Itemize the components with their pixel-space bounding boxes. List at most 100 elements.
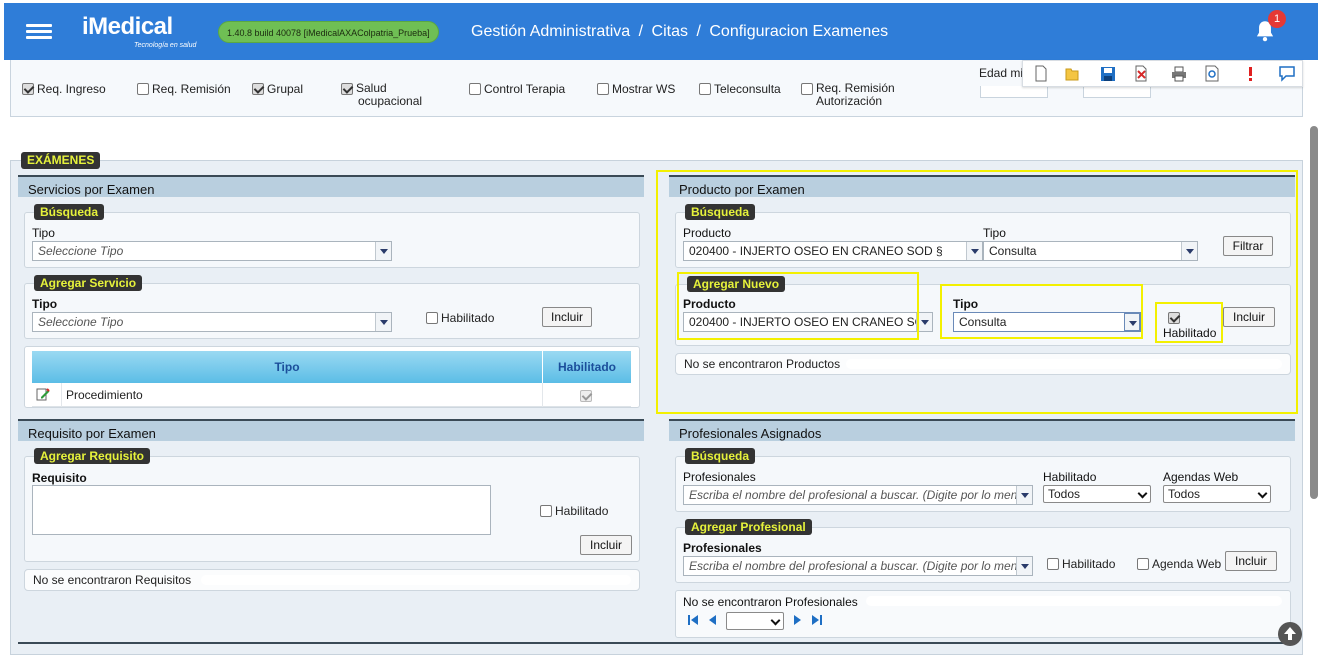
breadcrumb-separator: / — [638, 23, 644, 40]
highlight-habilitado-field — [1155, 302, 1223, 343]
build-badge: 1.40.8 build 40078 [iMedicalAXAColpatria… — [218, 21, 439, 43]
requisito-section-title: Requisito por Examen — [18, 419, 644, 441]
checkbox-label: Agenda Web — [1152, 557, 1222, 571]
logo-tagline: Tecnología en salud — [134, 42, 197, 49]
incluir-servicio-button[interactable]: Incluir — [542, 307, 592, 327]
breadcrumb-item[interactable]: Gestión Administrativa — [471, 23, 630, 40]
incluir-requisito-button[interactable]: Incluir — [580, 535, 632, 555]
logo: iMedical Tecnología en salud — [82, 13, 196, 49]
checkbox-icon — [1137, 558, 1149, 570]
first-page-icon[interactable] — [687, 614, 699, 626]
habilitado-label: Habilitado — [1043, 470, 1097, 484]
checkbox-label: Req. Ingreso — [37, 82, 106, 96]
scrollbar-thumb[interactable] — [1310, 126, 1318, 499]
delete-icon[interactable] — [1133, 65, 1149, 82]
agregar-servicio-tipo-select[interactable]: Seleccione Tipo — [32, 312, 392, 332]
edad-maxima-input[interactable] — [1083, 86, 1151, 98]
previous-page-icon[interactable] — [707, 614, 719, 626]
folder-icon[interactable] — [1064, 65, 1080, 82]
input-placeholder: Escriba el nombre del profesional a busc… — [689, 488, 1031, 502]
servicios-tipo-select[interactable]: Seleccione Tipo — [32, 241, 392, 261]
chevron-down-icon[interactable] — [375, 313, 391, 331]
menu-icon[interactable] — [26, 21, 52, 43]
column-header-habilitado[interactable]: Habilitado — [542, 351, 631, 383]
last-page-icon[interactable] — [811, 614, 823, 626]
checkbox-label: Teleconsulta — [714, 82, 781, 96]
checkbox-label: Habilitado — [441, 311, 495, 325]
profesionales-section-title: Profesionales Asignados — [669, 419, 1295, 441]
alert-icon[interactable] — [1242, 65, 1258, 82]
edit-icon[interactable] — [36, 387, 50, 401]
agregar-profesional-input[interactable]: Escriba el nombre del profesional a busc… — [683, 556, 1033, 576]
control-terapia-checkbox[interactable]: Control Terapia — [469, 82, 565, 96]
checkbox-icon — [469, 83, 481, 95]
column-header-tipo[interactable]: Tipo — [32, 351, 542, 383]
teleconsulta-checkbox[interactable]: Teleconsulta — [699, 82, 781, 96]
save-icon[interactable] — [1100, 65, 1116, 82]
checkbox-checked-icon — [22, 83, 34, 95]
checkbox-label: Mostrar WS — [612, 82, 676, 96]
tipo-label: Tipo — [32, 226, 55, 240]
checkbox-icon — [801, 83, 813, 95]
chevron-down-icon[interactable] — [1016, 486, 1032, 504]
mostrar-ws-checkbox[interactable]: Mostrar WS — [597, 82, 675, 96]
checkbox-label: Control Terapia — [484, 82, 566, 96]
breadcrumb-current: Configuracion Examenes — [709, 23, 889, 40]
agregar-profesional-legend: Agregar Profesional — [685, 519, 812, 535]
breadcrumb-item[interactable]: Citas — [652, 23, 688, 40]
salud-ocupacional-checkbox[interactable]: Salud ocupacional — [341, 82, 422, 108]
chevron-down-icon[interactable] — [375, 242, 391, 260]
habilitado-select[interactable]: Todos — [1043, 485, 1151, 503]
select-placeholder: Seleccione Tipo — [38, 244, 124, 258]
checkbox-icon — [699, 83, 711, 95]
checkbox-icon — [137, 83, 149, 95]
breadcrumb-separator: / — [696, 23, 701, 40]
input-placeholder: Escriba el nombre del profesional a busc… — [689, 559, 1031, 573]
req-remision-checkbox[interactable]: Req. Remisión — [137, 82, 231, 96]
servicio-habilitado-checkbox[interactable]: Habilitado — [426, 311, 494, 325]
checkbox-label: Req. Remisión Autorización — [816, 81, 895, 108]
next-page-icon[interactable] — [791, 614, 803, 626]
requisito-habilitado-checkbox[interactable]: Habilitado — [540, 504, 608, 518]
checkbox-icon — [1047, 558, 1059, 570]
edad-minima-label: Edad mi — [979, 66, 1024, 80]
agendas-web-select[interactable]: Todos — [1163, 485, 1271, 503]
print-icon[interactable] — [1171, 65, 1187, 82]
requisito-textarea[interactable] — [32, 485, 491, 535]
scroll-to-top-icon[interactable] — [1277, 621, 1303, 647]
page-select[interactable] — [726, 612, 784, 630]
incluir-profesional-button[interactable]: Incluir — [1225, 551, 1277, 571]
checkbox-icon — [426, 312, 438, 324]
checkbox-label: Habilitado — [1062, 557, 1116, 571]
toolbar — [1022, 60, 1303, 87]
profesional-habilitado-checkbox[interactable]: Habilitado — [1047, 557, 1115, 571]
profesionales-search-input[interactable]: Escriba el nombre del profesional a busc… — [683, 485, 1033, 505]
agenda-web-checkbox[interactable]: Agenda Web — [1137, 557, 1221, 571]
profesionales-empty-message: No se encontraron Profesionales — [683, 595, 858, 609]
agregar-requisito-legend: Agregar Requisito — [34, 448, 151, 464]
logo-text: iMedical — [82, 13, 173, 40]
profesionales-label: Profesionales — [683, 541, 762, 555]
agendas-web-label: Agendas Web — [1163, 470, 1239, 484]
tipo-label: Tipo — [32, 297, 58, 311]
select-placeholder: Seleccione Tipo — [38, 315, 124, 329]
req-remision-autorizacion-checkbox[interactable]: Req. Remisión Autorización — [801, 82, 900, 108]
checkbox-icon — [597, 83, 609, 95]
table-row[interactable]: Procedimiento — [32, 383, 631, 407]
new-icon[interactable] — [1033, 65, 1049, 82]
checkbox-label: Grupal — [267, 82, 304, 96]
preview-icon[interactable] — [1204, 65, 1220, 82]
notification-badge: 1 — [1268, 10, 1286, 28]
checkbox-checked-icon — [252, 83, 264, 95]
requisito-label: Requisito — [32, 471, 87, 485]
grupal-checkbox[interactable]: Grupal — [252, 82, 303, 96]
edad-minima-input[interactable] — [980, 86, 1048, 98]
examenes-legend: EXÁMENES — [21, 152, 101, 169]
scrollbar[interactable] — [1309, 118, 1319, 655]
requisitos-empty-message: No se encontraron Requisitos — [24, 569, 640, 591]
chevron-down-icon[interactable] — [1016, 557, 1032, 575]
comment-icon[interactable] — [1279, 65, 1295, 82]
checkbox-label: Habilitado — [555, 504, 609, 518]
checkbox-checked-icon — [341, 83, 353, 95]
req-ingreso-checkbox[interactable]: Req. Ingreso — [22, 82, 106, 96]
